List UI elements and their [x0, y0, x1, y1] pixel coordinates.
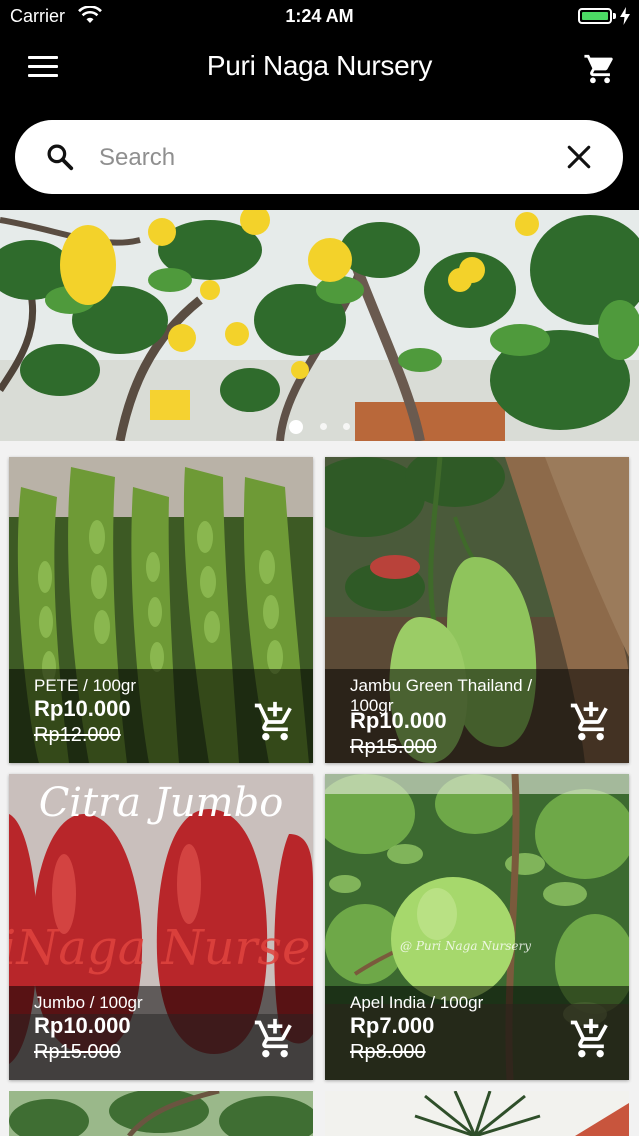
- photo-watermark-mid: iNaga Nurse: [9, 920, 310, 976]
- page-title: Puri Naga Nursery: [206, 50, 433, 81]
- carousel-pagination: [0, 418, 639, 436]
- product-price: Rp7.000: [350, 1013, 435, 1038]
- product-old-price: Rp15.000: [34, 1041, 121, 1063]
- add-to-cart-button[interactable]: [569, 700, 613, 749]
- product-old-price: Rp12.000: [34, 724, 121, 746]
- photo-watermark: @ Puri Naga Nursery: [400, 939, 531, 953]
- product-price: Rp10.000: [34, 696, 131, 721]
- add-shopping-cart-icon: [570, 701, 608, 741]
- product-image: [9, 1091, 313, 1136]
- banner-carousel[interactable]: [0, 210, 639, 441]
- product-name: PETE / 100gr: [34, 676, 137, 695]
- product-card-partial[interactable]: [9, 1091, 313, 1136]
- clear-search-button[interactable]: [566, 144, 592, 175]
- close-icon: [567, 145, 591, 169]
- cart-button[interactable]: [583, 52, 617, 91]
- battery-cap: [613, 13, 616, 19]
- add-to-cart-button[interactable]: [253, 1017, 297, 1066]
- banner-image: [0, 210, 639, 441]
- search-bar: [15, 120, 623, 194]
- product-card[interactable]: Citra Jumbo iNaga Nurse Jumbo / 100gr Rp…: [9, 774, 313, 1080]
- product-card[interactable]: PETE / 100gr Rp10.000 Rp12.000: [9, 457, 313, 763]
- battery-level: [582, 12, 608, 20]
- product-price: Rp10.000: [34, 1013, 131, 1038]
- photo-watermark-top: Citra Jumbo: [39, 780, 284, 826]
- product-info-overlay: Jumbo / 100gr Rp10.000 Rp15.000: [9, 986, 313, 1080]
- product-name: Apel India / 100gr: [350, 993, 484, 1012]
- product-old-price: Rp8.000: [350, 1041, 426, 1063]
- add-to-cart-button[interactable]: [569, 1017, 613, 1066]
- product-info-overlay: PETE / 100gr Rp10.000 Rp12.000: [9, 669, 313, 763]
- search-icon: [45, 142, 75, 177]
- add-shopping-cart-icon: [254, 701, 292, 741]
- battery-icon: [578, 8, 612, 24]
- carousel-dot-2[interactable]: [319, 423, 327, 431]
- product-card[interactable]: @ Puri Naga Nursery Apel India / 100gr R…: [325, 774, 629, 1080]
- add-shopping-cart-icon: [570, 1018, 608, 1058]
- add-to-cart-button[interactable]: [253, 700, 297, 749]
- shopping-cart-icon: [584, 54, 613, 84]
- product-card-partial[interactable]: [325, 1091, 629, 1136]
- product-old-price: Rp15.000: [350, 736, 437, 758]
- product-price: Rp10.000: [350, 708, 447, 733]
- product-info-overlay: Apel India / 100gr Rp7.000 Rp8.000: [325, 986, 629, 1080]
- product-card[interactable]: Jambu Green Thailand / 100gr Rp10.000 Rp…: [325, 457, 629, 763]
- search-input[interactable]: [97, 134, 541, 182]
- product-image: [325, 1091, 629, 1136]
- add-shopping-cart-icon: [254, 1018, 292, 1058]
- carousel-dot-3[interactable]: [342, 423, 350, 431]
- product-info-overlay: Jambu Green Thailand / 100gr Rp10.000 Rp…: [325, 669, 629, 763]
- carousel-dot-1[interactable]: [289, 419, 304, 434]
- app-header: Puri Naga Nursery: [0, 34, 639, 210]
- product-name: Jumbo / 100gr: [34, 993, 143, 1012]
- status-time: 1:24 AM: [285, 6, 354, 26]
- status-bar: Carrier 1:24 AM: [0, 0, 639, 34]
- charging-bolt-icon: [620, 7, 630, 30]
